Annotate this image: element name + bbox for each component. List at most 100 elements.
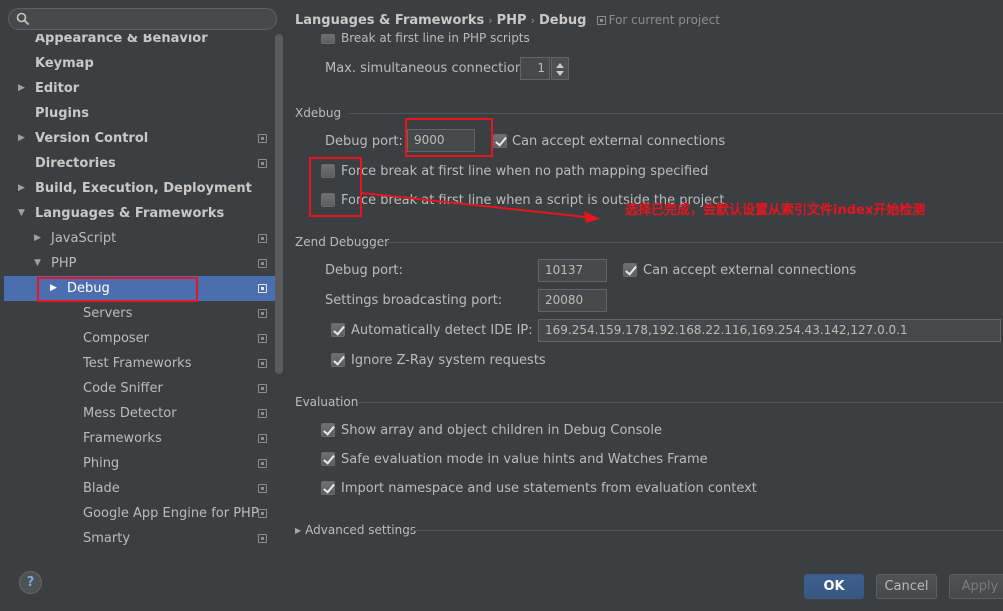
max-connections-stepper[interactable] bbox=[551, 57, 569, 80]
breadcrumb: Languages & Frameworks › PHP › Debug For cur… bbox=[295, 11, 720, 29]
advanced-settings-label: Advanced settings bbox=[305, 523, 417, 537]
xdebug-accept-external-checkbox[interactable] bbox=[493, 134, 507, 148]
search-input[interactable] bbox=[35, 10, 271, 28]
tree-item-label: Frameworks bbox=[83, 431, 162, 446]
tree-item[interactable]: Composer bbox=[4, 326, 275, 351]
tree-item-label: Appearance & Behavior bbox=[35, 34, 208, 46]
advanced-settings-toggle[interactable]: ▶ Advanced settings bbox=[295, 523, 416, 537]
project-scope-icon bbox=[258, 459, 267, 468]
tree-item[interactable]: Blade bbox=[4, 476, 275, 501]
ignore-zray-checkbox[interactable] bbox=[331, 353, 345, 367]
tree-item[interactable]: ▼ Languages & Frameworks bbox=[4, 201, 275, 226]
collapse-arrow-icon[interactable]: ▼ bbox=[34, 251, 46, 276]
tree-item[interactable]: Code Sniffer bbox=[4, 376, 275, 401]
show-array-checkbox[interactable] bbox=[321, 423, 335, 437]
tree-item[interactable]: Mess Detector bbox=[4, 401, 275, 426]
breadcrumb-item: Debug bbox=[538, 13, 587, 28]
project-scope-icon bbox=[258, 159, 267, 168]
project-scope-icon bbox=[258, 409, 267, 418]
tree-item-label: Mess Detector bbox=[83, 406, 177, 421]
section-divider bbox=[357, 402, 1003, 403]
project-scope-icon bbox=[258, 334, 267, 343]
collapse-arrow-icon[interactable]: ▼ bbox=[18, 201, 30, 226]
project-scope-icon bbox=[596, 16, 606, 25]
expand-arrow-icon[interactable]: ▶ bbox=[18, 126, 30, 151]
project-scope-icon bbox=[258, 534, 267, 543]
auto-detect-ip-input[interactable]: 169.254.159.178,192.168.22.116,169.254.4… bbox=[538, 319, 1001, 342]
tree-item-label: Test Frameworks bbox=[83, 356, 192, 371]
tree-scrollbar-thumb[interactable] bbox=[275, 34, 283, 374]
tree-item[interactable]: ▶ Build, Execution, Deployment bbox=[4, 176, 275, 201]
project-scope-icon bbox=[258, 309, 267, 318]
tree-item[interactable]: Google App Engine for PHP bbox=[4, 501, 275, 526]
project-scope-icon bbox=[258, 509, 267, 518]
tree-item[interactable]: ▶ Version Control bbox=[4, 126, 275, 151]
break-first-line-php-checkbox[interactable] bbox=[321, 34, 335, 44]
tree-item[interactable]: Servers bbox=[4, 301, 275, 326]
tree-item[interactable]: ▼ PHP bbox=[4, 251, 275, 276]
tree-item[interactable]: Smarty bbox=[4, 526, 275, 551]
zend-section-title: Zend Debugger bbox=[295, 235, 390, 249]
annotation-text: 选择已完成，会默认设置从索引文件index开始检测 bbox=[625, 203, 926, 218]
section-divider bbox=[349, 113, 1003, 114]
breadcrumb-separator: › bbox=[530, 14, 535, 27]
max-connections-input[interactable]: 1 bbox=[520, 57, 550, 80]
tree-item[interactable]: ▶ JavaScript bbox=[4, 226, 275, 251]
search-box[interactable] bbox=[8, 8, 277, 30]
tree-item[interactable]: Directories bbox=[4, 151, 275, 176]
tree-item[interactable]: Plugins bbox=[4, 101, 275, 126]
cancel-button[interactable]: Cancel bbox=[876, 574, 937, 599]
apply-button[interactable]: Apply bbox=[949, 574, 1003, 599]
tree-item-label: JavaScript bbox=[51, 231, 117, 246]
scope-indicator: For current project bbox=[596, 13, 720, 27]
import-namespace-checkbox[interactable] bbox=[321, 481, 335, 495]
tree-item-label: Code Sniffer bbox=[83, 381, 163, 396]
expand-arrow-icon[interactable]: ▶ bbox=[34, 226, 46, 251]
zend-port-input[interactable]: 10137 bbox=[538, 259, 607, 282]
project-scope-icon bbox=[258, 234, 267, 243]
tree-item[interactable]: Frameworks bbox=[4, 426, 275, 451]
tree-item-label: Languages & Frameworks bbox=[35, 206, 225, 221]
project-scope-icon bbox=[258, 134, 267, 143]
zend-accept-external-checkbox[interactable] bbox=[623, 263, 637, 277]
tree-item-label: Version Control bbox=[35, 131, 149, 146]
ignore-zray-label: Ignore Z-Ray system requests bbox=[351, 353, 546, 368]
force-break-no-mapping-label: Force break at first line when no path m… bbox=[341, 164, 709, 179]
expand-arrow-icon[interactable]: ▶ bbox=[18, 176, 30, 201]
annotation-box-checkboxes bbox=[309, 157, 362, 217]
tree-item-label: Google App Engine for PHP bbox=[83, 506, 259, 521]
increment-icon[interactable] bbox=[556, 63, 564, 68]
auto-detect-ip-label: Automatically detect IDE IP: bbox=[351, 323, 533, 338]
tree-item-label: Blade bbox=[83, 481, 120, 496]
tree-item[interactable]: ▶ Editor bbox=[4, 76, 275, 101]
project-scope-icon bbox=[258, 484, 267, 493]
tree-item-label: Directories bbox=[35, 156, 116, 171]
safe-eval-label: Safe evaluation mode in value hints and … bbox=[341, 452, 708, 467]
breadcrumb-separator: › bbox=[488, 14, 493, 27]
evaluation-section-title: Evaluation bbox=[295, 395, 359, 409]
tree-item[interactable]: Appearance & Behavior bbox=[4, 34, 275, 51]
tree-item[interactable]: Keymap bbox=[4, 51, 275, 76]
annotation-box-debug bbox=[37, 277, 198, 302]
broadcast-port-input[interactable]: 20080 bbox=[538, 289, 607, 312]
zend-port-label: Debug port: bbox=[325, 263, 403, 278]
xdebug-port-label: Debug port: bbox=[325, 134, 403, 149]
decrement-icon[interactable] bbox=[556, 71, 564, 76]
ok-button[interactable]: OK bbox=[804, 574, 864, 599]
expand-arrow-icon[interactable]: ▶ bbox=[18, 76, 30, 101]
search-icon bbox=[16, 12, 30, 26]
help-button[interactable]: ? bbox=[19, 571, 42, 594]
tree-item[interactable]: Phing bbox=[4, 451, 275, 476]
project-scope-icon bbox=[258, 384, 267, 393]
section-divider bbox=[408, 530, 1003, 531]
show-array-label: Show array and object children in Debug … bbox=[341, 423, 662, 438]
auto-detect-ip-checkbox[interactable] bbox=[331, 323, 345, 337]
safe-eval-checkbox[interactable] bbox=[321, 452, 335, 466]
tree-item[interactable]: Test Frameworks bbox=[4, 351, 275, 376]
project-scope-icon bbox=[258, 434, 267, 443]
tree-item-label: Build, Execution, Deployment bbox=[35, 181, 252, 196]
tree-item-label: Keymap bbox=[35, 56, 94, 71]
breadcrumb-item: Languages & Frameworks bbox=[295, 13, 485, 28]
tree-scrollbar[interactable] bbox=[275, 34, 283, 552]
tree-item-label: Servers bbox=[83, 306, 133, 321]
